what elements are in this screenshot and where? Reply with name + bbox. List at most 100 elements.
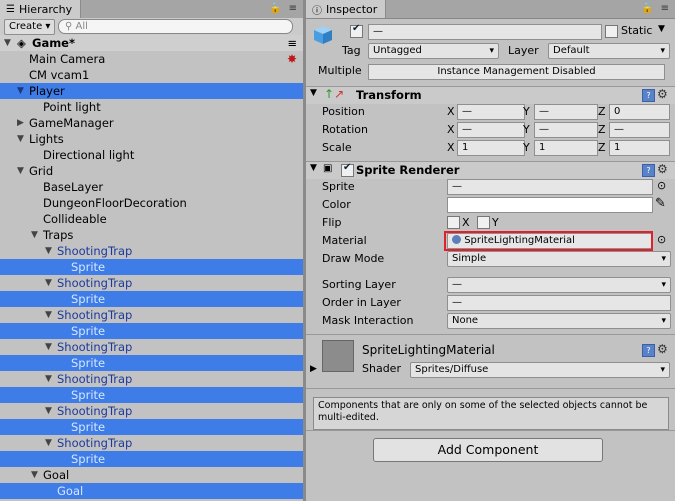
expand-arrow-icon[interactable]: ▼ xyxy=(31,227,41,243)
hierarchy-row[interactable]: ▼ ShootingTrap xyxy=(0,339,303,355)
hierarchy-row[interactable]: ▼ ShootingTrap xyxy=(0,307,303,323)
hierarchy-row[interactable]: ▼ ShootingTrap xyxy=(0,371,303,387)
help-book-icon[interactable]: ? xyxy=(642,164,655,177)
hierarchy-row[interactable]: ▶ GameManager xyxy=(0,115,303,131)
shader-dropdown[interactable]: Sprites/Diffuse xyxy=(410,362,670,378)
hierarchy-row[interactable]: ▼ Goal xyxy=(0,467,303,483)
lock-menu-icon[interactable]: 🔒 ≡ xyxy=(269,3,299,14)
object-picker-icon[interactable]: ⊙ xyxy=(657,233,666,246)
draw-mode-dropdown[interactable]: Simple xyxy=(447,251,671,267)
hierarchy-row[interactable]: ▼ Player xyxy=(0,83,303,99)
scene-menu-icon[interactable]: ≡ xyxy=(287,35,297,51)
position-z-field[interactable]: 0 xyxy=(609,104,670,120)
expand-arrow-icon[interactable]: ▼ xyxy=(31,467,41,483)
add-component-button[interactable]: Add Component xyxy=(373,438,603,462)
search-input[interactable]: ⚲ All xyxy=(58,19,293,34)
rotation-y-field[interactable]: — xyxy=(534,122,598,138)
draw-mode-value: Simple xyxy=(452,253,487,264)
sprite-value: — xyxy=(452,181,462,192)
expand-arrow-icon[interactable]: ▼ xyxy=(17,163,27,179)
hierarchy-row[interactable]: Sprite xyxy=(0,355,303,371)
mask-interaction-dropdown[interactable]: None xyxy=(447,313,671,329)
sprite-renderer-enabled-checkbox[interactable] xyxy=(341,162,354,177)
notice-text: Components that are only on some of the … xyxy=(318,400,648,423)
scene-row[interactable]: ▼ ◈ Game* ≡ xyxy=(0,35,303,51)
hierarchy-row[interactable]: Directional light xyxy=(0,147,303,163)
tag-label: Tag xyxy=(342,44,361,57)
expand-arrow-icon[interactable]: ▼ xyxy=(45,403,55,419)
settings-gear-icon[interactable]: ⚙ xyxy=(657,162,668,176)
hierarchy-row[interactable]: CM vcam1 xyxy=(0,67,303,83)
settings-gear-icon[interactable]: ⚙ xyxy=(657,87,668,101)
hierarchy-row[interactable]: ▼ Traps xyxy=(0,227,303,243)
expand-arrow-icon[interactable]: ▼ xyxy=(45,339,55,355)
inspector-tab[interactable]: ⓘ Inspector xyxy=(306,0,387,18)
expand-arrow-icon[interactable]: ▼ xyxy=(45,371,55,387)
instance-management-button[interactable]: Instance Management Disabled xyxy=(368,64,665,80)
search-placeholder: All xyxy=(75,21,88,32)
hierarchy-row[interactable]: BaseLayer xyxy=(0,179,303,195)
expand-arrow-icon[interactable]: ▼ xyxy=(17,131,27,147)
expand-arrow-icon[interactable]: ▼ xyxy=(17,83,27,99)
rotation-z-field[interactable]: — xyxy=(609,122,670,138)
hierarchy-tree: ▼ ◈ Game* ≡ Main Camera CM vcam1 ▼ Player Po… xyxy=(0,35,303,499)
rotation-x-field[interactable]: — xyxy=(457,122,525,138)
hierarchy-row[interactable]: Sprite xyxy=(0,387,303,403)
hierarchy-row[interactable]: ▼ Grid xyxy=(0,163,303,179)
hierarchy-row[interactable]: Goal xyxy=(0,483,303,499)
sprite-renderer-header[interactable]: ▼ ▣ Sprite Renderer ? ⚙ xyxy=(306,161,675,179)
expand-arrow-icon[interactable]: ▼ xyxy=(45,275,55,291)
hierarchy-row[interactable]: ▼ ShootingTrap xyxy=(0,275,303,291)
scale-x-field[interactable]: 1 xyxy=(457,140,525,156)
flip-y-checkbox[interactable] xyxy=(477,216,490,229)
hierarchy-row[interactable]: ▼ ShootingTrap xyxy=(0,243,303,259)
static-dropdown-icon[interactable]: ▼ xyxy=(658,24,665,34)
hierarchy-row[interactable]: Sprite xyxy=(0,451,303,467)
active-checkbox[interactable] xyxy=(350,23,363,38)
tag-dropdown[interactable]: Untagged xyxy=(368,43,499,59)
layer-dropdown[interactable]: Default xyxy=(548,43,670,59)
hierarchy-row[interactable]: ▼ Lights xyxy=(0,131,303,147)
hierarchy-row[interactable]: Sprite xyxy=(0,419,303,435)
create-button[interactable]: Create ▾ xyxy=(4,19,56,35)
hierarchy-row[interactable]: ▼ ShootingTrap xyxy=(0,435,303,451)
collapsed-arrow-icon[interactable]: ▶ xyxy=(17,115,27,131)
hierarchy-tab[interactable]: ☰ Hierarchy xyxy=(0,0,82,18)
scale-z-field[interactable]: 1 xyxy=(609,140,670,156)
sprite-field[interactable]: — xyxy=(447,179,653,195)
material-name: SpriteLightingMaterial xyxy=(362,343,495,357)
hierarchy-row[interactable]: Collideable xyxy=(0,211,303,227)
scale-y-field[interactable]: 1 xyxy=(534,140,598,156)
settings-gear-icon[interactable]: ⚙ xyxy=(657,342,668,356)
hierarchy-row[interactable]: Sprite xyxy=(0,259,303,275)
sorting-layer-dropdown[interactable]: — xyxy=(447,277,671,293)
position-x-field[interactable]: — xyxy=(457,104,525,120)
hierarchy-row[interactable]: Sprite xyxy=(0,323,303,339)
expand-arrow-icon[interactable]: ▼ xyxy=(4,35,14,51)
expand-arrow-icon[interactable]: ▼ xyxy=(45,435,55,451)
foldout-arrow-icon[interactable]: ▶ xyxy=(310,364,317,374)
eyedropper-icon[interactable]: ✎ xyxy=(655,196,666,211)
object-name-field[interactable]: — xyxy=(368,24,602,40)
flip-x-checkbox[interactable] xyxy=(447,216,460,229)
lock-menu-icon[interactable]: 🔒 ≡ xyxy=(641,3,671,14)
flip-y-label: Y xyxy=(492,216,499,229)
hierarchy-row[interactable]: ▼ ShootingTrap xyxy=(0,403,303,419)
foldout-arrow-icon[interactable]: ▼ xyxy=(310,88,317,98)
help-book-icon[interactable]: ? xyxy=(642,89,655,102)
hierarchy-row[interactable]: Main Camera xyxy=(0,51,303,67)
hierarchy-row[interactable]: Sprite xyxy=(0,291,303,307)
transform-header[interactable]: ▼ ↑↗ Transform ? ⚙ xyxy=(306,86,675,104)
multi-edit-notice: Components that are only on some of the … xyxy=(313,397,669,430)
position-y-field[interactable]: — xyxy=(534,104,598,120)
help-book-icon[interactable]: ? xyxy=(642,344,655,357)
expand-arrow-icon[interactable]: ▼ xyxy=(45,307,55,323)
order-in-layer-field[interactable]: — xyxy=(447,295,671,311)
hierarchy-row[interactable]: Point light xyxy=(0,99,303,115)
object-picker-icon[interactable]: ⊙ xyxy=(657,179,666,192)
expand-arrow-icon[interactable]: ▼ xyxy=(45,243,55,259)
static-checkbox[interactable] xyxy=(605,25,618,38)
color-swatch[interactable] xyxy=(447,197,653,213)
hierarchy-row[interactable]: DungeonFloorDecoration xyxy=(0,195,303,211)
foldout-arrow-icon[interactable]: ▼ xyxy=(310,163,317,173)
